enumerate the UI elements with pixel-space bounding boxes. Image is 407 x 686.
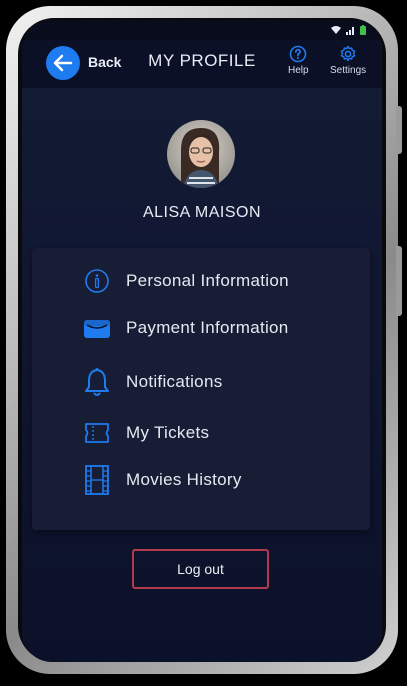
gear-icon [340,45,356,62]
settings-label: Settings [330,65,367,76]
help-icon [289,45,307,63]
wifi-icon [331,26,341,34]
ticket-icon [82,418,112,448]
avatar[interactable] [167,120,235,188]
app-screen: Back MY PROFILE Help Settings ALISA MAIS… [22,20,382,662]
phone-side-button [396,246,402,316]
menu-item-label: My Tickets [126,423,210,442]
bell-icon [82,367,112,397]
info-circle-icon [82,266,112,296]
user-name: ALISA MAISON [142,204,262,221]
film-strip-icon [82,465,112,495]
menu-item-label: Personal Information [126,271,289,290]
help-button[interactable]: Help [288,45,309,76]
menu-item-my-tickets[interactable]: My Tickets [82,416,209,450]
menu-item-notifications[interactable]: Notifications [82,365,223,399]
menu-item-label: Payment Information [126,318,289,337]
battery-icon [360,25,366,35]
menu-item-payment-information[interactable]: Payment Information [82,311,289,345]
page-title: MY PROFILE [148,51,256,70]
app-header: Back MY PROFILE Help Settings [22,40,382,88]
profile-menu-card: Personal Information Payment Information [32,248,370,530]
menu-item-movies-history[interactable]: Movies History [82,463,242,497]
signal-icon [346,27,354,35]
phone-side-button [396,106,402,154]
menu-item-label: Movies History [126,470,242,489]
profile-photo [167,120,235,188]
menu-item-label: Notifications [126,372,223,391]
menu-item-personal-information[interactable]: Personal Information [82,264,289,298]
settings-button[interactable]: Settings [330,45,366,76]
wallet-icon [82,313,112,343]
status-bar [22,20,382,40]
help-label: Help [288,65,309,76]
logout-button[interactable]: Log out [132,549,269,589]
